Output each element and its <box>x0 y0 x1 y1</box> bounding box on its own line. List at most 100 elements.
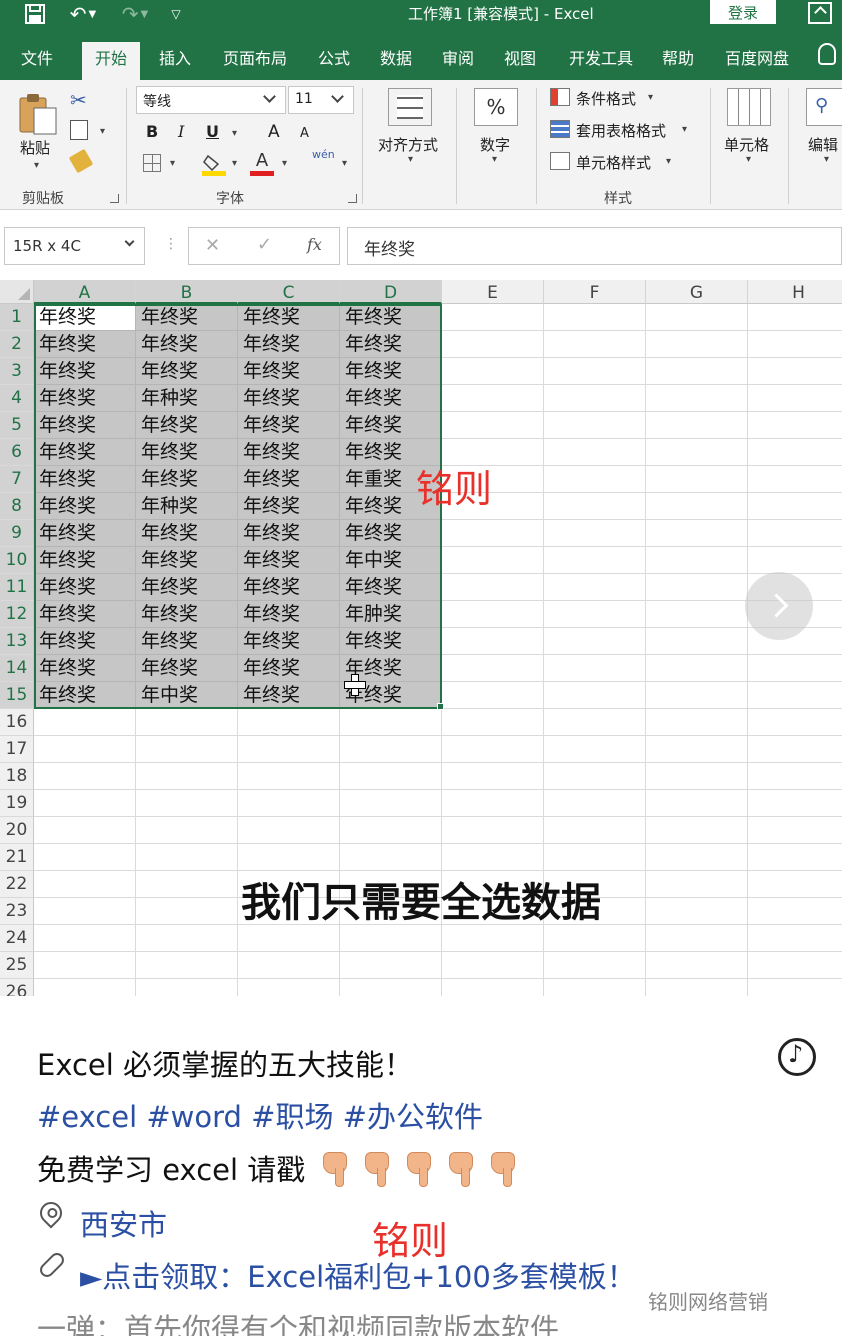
cell-d10[interactable]: 年中奖 <box>340 547 442 574</box>
underline-dropdown-icon[interactable]: ▾ <box>232 128 237 139</box>
cell-c21[interactable] <box>238 844 340 871</box>
cell-f9[interactable] <box>544 520 646 547</box>
cell-e3[interactable] <box>442 358 544 385</box>
cell-c5[interactable]: 年终奖 <box>238 412 340 439</box>
cell-e24[interactable] <box>442 925 544 952</box>
alignment-icon[interactable] <box>388 88 432 126</box>
row-header-9[interactable]: 9 <box>0 520 34 547</box>
row-header-13[interactable]: 13 <box>0 628 34 655</box>
font-launcher-icon[interactable] <box>348 194 357 203</box>
cell-a14[interactable]: 年终奖 <box>34 655 136 682</box>
row-header-4[interactable]: 4 <box>0 385 34 412</box>
next-arrow-button[interactable] <box>745 572 813 640</box>
column-header-e[interactable]: E <box>442 280 544 304</box>
cell-a5[interactable]: 年终奖 <box>34 412 136 439</box>
cell-g25[interactable] <box>646 952 748 979</box>
cell-g13[interactable] <box>646 628 748 655</box>
cell-h18[interactable] <box>748 763 842 790</box>
tab-page-layout[interactable]: 页面布局 <box>212 42 298 80</box>
cell-e16[interactable] <box>442 709 544 736</box>
cell-f4[interactable] <box>544 385 646 412</box>
cell-e17[interactable] <box>442 736 544 763</box>
format-as-table-button[interactable]: 套用表格格式 <box>576 120 666 141</box>
cell-g18[interactable] <box>646 763 748 790</box>
post-location[interactable]: 西安市 <box>80 1202 167 1244</box>
column-header-f[interactable]: F <box>544 280 646 304</box>
editing-button[interactable]: 编辑 <box>808 134 838 155</box>
cell-c18[interactable] <box>238 763 340 790</box>
cell-d12[interactable]: 年肿奖 <box>340 601 442 628</box>
tab-view[interactable]: 视图 <box>492 42 548 80</box>
cell-f15[interactable] <box>544 682 646 709</box>
cell-c17[interactable] <box>238 736 340 763</box>
cell-h7[interactable] <box>748 466 842 493</box>
cell-b25[interactable] <box>136 952 238 979</box>
cell-b18[interactable] <box>136 763 238 790</box>
cell-f14[interactable] <box>544 655 646 682</box>
cell-d11[interactable]: 年终奖 <box>340 574 442 601</box>
cell-g11[interactable] <box>646 574 748 601</box>
cell-h6[interactable] <box>748 439 842 466</box>
editing-dropdown-icon[interactable]: ▾ <box>824 154 829 165</box>
cell-e12[interactable] <box>442 601 544 628</box>
cell-g26[interactable] <box>646 979 748 996</box>
row-header-16[interactable]: 16 <box>0 709 34 736</box>
conditional-format-icon[interactable] <box>550 88 570 106</box>
cell-f17[interactable] <box>544 736 646 763</box>
italic-button[interactable]: I <box>178 122 184 141</box>
grow-font-button[interactable]: A <box>268 122 280 142</box>
cell-h26[interactable] <box>748 979 842 996</box>
cell-b10[interactable]: 年终奖 <box>136 547 238 574</box>
cell-a10[interactable]: 年终奖 <box>34 547 136 574</box>
phonetic-guide-icon[interactable]: wén <box>312 148 335 161</box>
cell-h14[interactable] <box>748 655 842 682</box>
cell-styles-icon[interactable] <box>550 152 570 170</box>
redo-icon[interactable]: ↷ ▼ <box>116 2 154 26</box>
cell-d19[interactable] <box>340 790 442 817</box>
cell-b6[interactable]: 年终奖 <box>136 439 238 466</box>
cell-a9[interactable]: 年终奖 <box>34 520 136 547</box>
cell-b7[interactable]: 年终奖 <box>136 466 238 493</box>
cells-dropdown-icon[interactable]: ▾ <box>746 154 751 165</box>
cell-f7[interactable] <box>544 466 646 493</box>
ribbon-display-options-icon[interactable] <box>808 2 832 24</box>
cell-b16[interactable] <box>136 709 238 736</box>
cell-d13[interactable]: 年终奖 <box>340 628 442 655</box>
cell-h8[interactable] <box>748 493 842 520</box>
cell-c2[interactable]: 年终奖 <box>238 331 340 358</box>
row-header-25[interactable]: 25 <box>0 952 34 979</box>
row-header-2[interactable]: 2 <box>0 331 34 358</box>
tab-help[interactable]: 帮助 <box>652 42 704 80</box>
tab-review[interactable]: 审阅 <box>430 42 486 80</box>
cell-h17[interactable] <box>748 736 842 763</box>
cell-e2[interactable] <box>442 331 544 358</box>
row-header-24[interactable]: 24 <box>0 925 34 952</box>
cell-c7[interactable]: 年终奖 <box>238 466 340 493</box>
cell-a3[interactable]: 年终奖 <box>34 358 136 385</box>
cell-a11[interactable]: 年终奖 <box>34 574 136 601</box>
cell-a16[interactable] <box>34 709 136 736</box>
cell-b8[interactable]: 年种奖 <box>136 493 238 520</box>
cell-e11[interactable] <box>442 574 544 601</box>
cell-h4[interactable] <box>748 385 842 412</box>
paste-dropdown-icon[interactable]: ▾ <box>34 160 39 171</box>
post-tags[interactable]: #excel #word #职场 #办公软件 <box>37 1094 483 1136</box>
cell-c20[interactable] <box>238 817 340 844</box>
cell-c24[interactable] <box>238 925 340 952</box>
cell-f13[interactable] <box>544 628 646 655</box>
cell-a17[interactable] <box>34 736 136 763</box>
cell-b11[interactable]: 年终奖 <box>136 574 238 601</box>
cell-h10[interactable] <box>748 547 842 574</box>
cell-b3[interactable]: 年终奖 <box>136 358 238 385</box>
cell-g20[interactable] <box>646 817 748 844</box>
formula-input[interactable]: 年终奖 <box>347 227 842 265</box>
cell-g24[interactable] <box>646 925 748 952</box>
cell-a1[interactable]: 年终奖 <box>34 304 136 331</box>
cell-d4[interactable]: 年终奖 <box>340 385 442 412</box>
save-icon[interactable] <box>24 2 46 26</box>
conditional-format-button[interactable]: 条件格式 <box>576 88 636 109</box>
cell-g16[interactable] <box>646 709 748 736</box>
number-dropdown-icon[interactable]: ▾ <box>492 154 497 165</box>
cell-h25[interactable] <box>748 952 842 979</box>
cell-c3[interactable]: 年终奖 <box>238 358 340 385</box>
